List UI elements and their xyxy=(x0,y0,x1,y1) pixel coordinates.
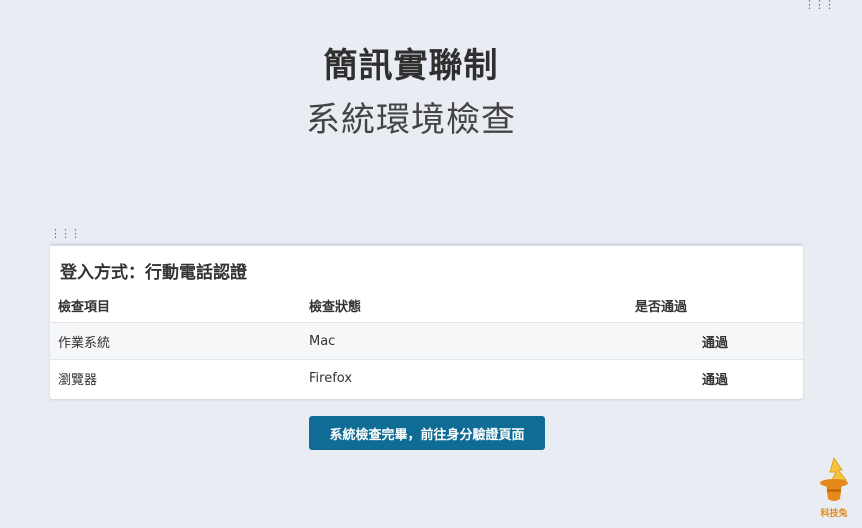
page-title: 簡訊實聯制 xyxy=(323,46,499,86)
row-item: 作業系統 xyxy=(50,322,301,360)
system-check-panel: 登入方式：行動電話認證 檢查項目 檢查狀態 是否通過 作業系統 Mac 通過 瀏… xyxy=(50,243,803,399)
drag-handle-icon[interactable]: ⋮⋮⋮ xyxy=(804,0,835,10)
brand-logo: 科技兔 xyxy=(812,456,856,522)
row-status: Mac xyxy=(301,322,627,360)
proceed-to-verification-button[interactable]: 系統檢查完畢，前往身分驗證頁面 xyxy=(309,416,545,450)
page: ⋮⋮⋮ 簡訊實聯制 系統環境檢查 ⋮⋮⋮ 登入方式：行動電話認證 檢查項目 檢查… xyxy=(0,0,862,528)
table-row: 瀏覽器 Firefox 通過 xyxy=(50,359,803,396)
row-result: 通過 xyxy=(627,359,803,396)
page-subtitle: 系統環境檢查 xyxy=(306,100,516,140)
row-result: 通過 xyxy=(627,322,803,360)
brand-logo-text: 科技兔 xyxy=(820,509,848,519)
rabbit-hat-icon xyxy=(820,456,848,501)
system-check-table: 檢查項目 檢查狀態 是否通過 作業系統 Mac 通過 瀏覽器 Firefox 通… xyxy=(50,288,803,396)
column-header-result: 是否通過 xyxy=(635,299,688,315)
table-row: 作業系統 Mac 通過 xyxy=(50,322,803,360)
row-status: Firefox xyxy=(301,359,627,396)
drag-handle-icon[interactable]: ⋮⋮⋮ xyxy=(50,228,81,239)
column-header-status: 檢查狀態 xyxy=(309,299,362,315)
panel-heading: 登入方式：行動電話認證 xyxy=(60,263,247,283)
table-header-row: 檢查項目 檢查狀態 是否通過 xyxy=(50,288,803,323)
row-item: 瀏覽器 xyxy=(50,359,301,396)
column-header-item: 檢查項目 xyxy=(58,299,111,315)
